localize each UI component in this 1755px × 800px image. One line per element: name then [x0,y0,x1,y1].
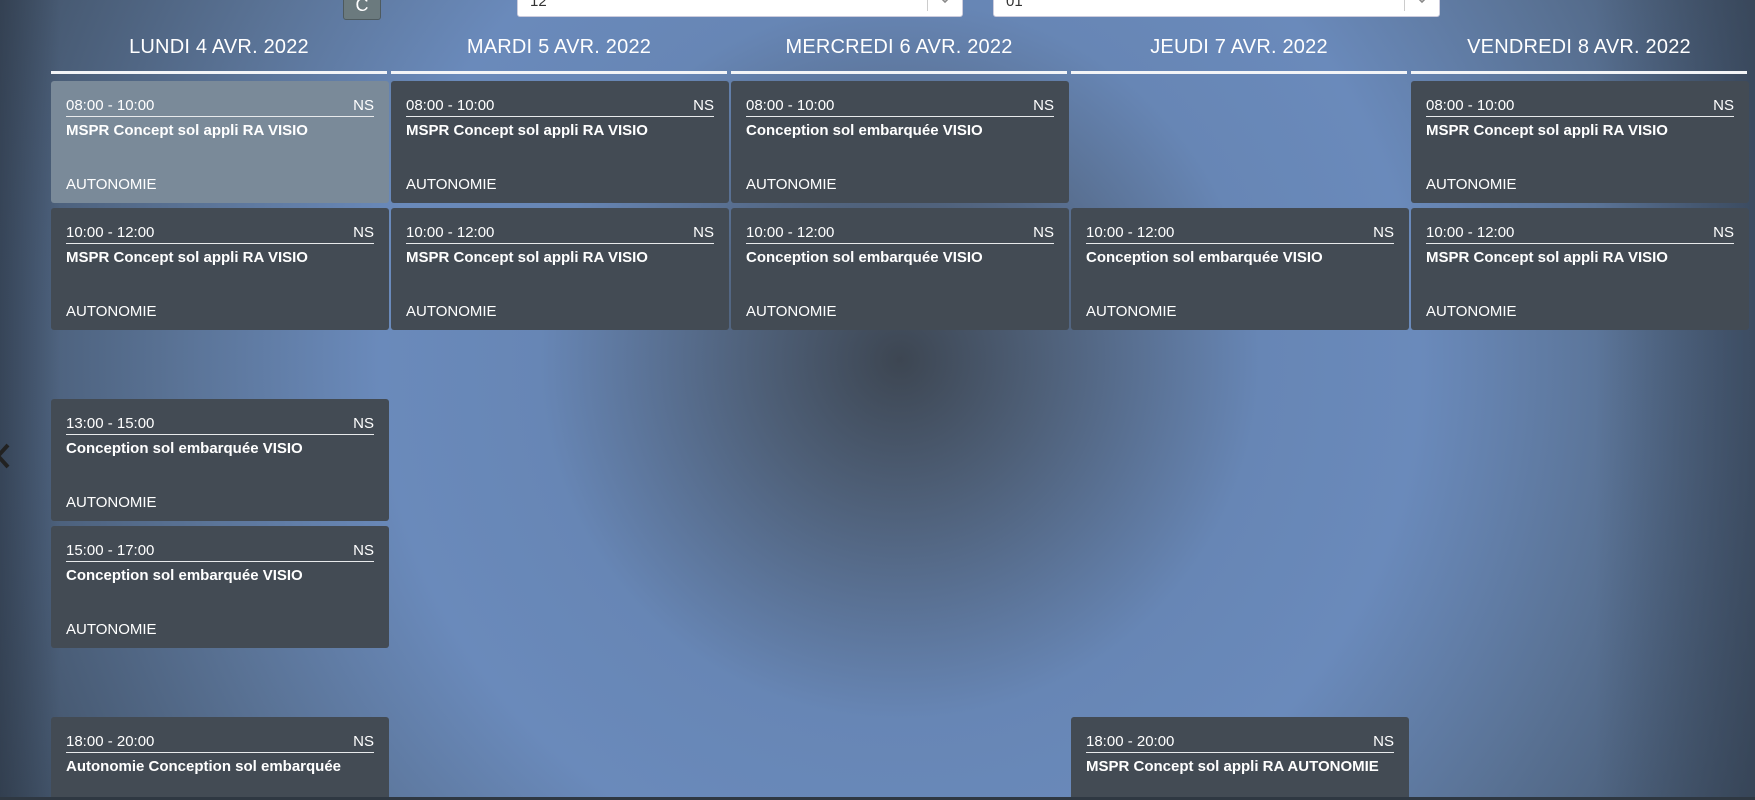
event-type: AUTONOMIE [406,176,497,193]
day-header-monday: LUNDI 4 AVR. 2022 [51,30,387,74]
event-room: NS [693,224,714,241]
event-header: 10:00 - 12:00 NS [1086,224,1394,244]
event-room: NS [353,224,374,241]
event-header: 08:00 - 10:00 NS [406,97,714,117]
event-time: 08:00 - 10:00 [1426,97,1515,114]
event-room: NS [353,733,374,750]
event-time: 13:00 - 15:00 [66,415,155,432]
year-select-value: 01 [1006,0,1023,10]
week-select-value: 12 [530,0,547,10]
event-time: 10:00 - 12:00 [1426,224,1515,241]
event-card[interactable]: 08:00 - 10:00 NS MSPR Concept sol appli … [1411,81,1749,203]
select-separator [927,0,928,11]
event-time: 10:00 - 12:00 [406,224,495,241]
event-time: 15:00 - 17:00 [66,542,155,559]
event-card[interactable]: 10:00 - 12:00 NS Conception sol embarqué… [731,208,1069,330]
event-time: 18:00 - 20:00 [1086,733,1175,750]
event-card[interactable]: 08:00 - 10:00 NS Conception sol embarqué… [731,81,1069,203]
event-header: 08:00 - 10:00 NS [66,97,374,117]
event-time: 10:00 - 12:00 [66,224,155,241]
event-room: NS [1373,224,1394,241]
event-card[interactable]: 10:00 - 12:00 NS MSPR Concept sol appli … [51,208,389,330]
select-separator [1404,0,1405,11]
event-header: 10:00 - 12:00 NS [746,224,1054,244]
event-type: AUTONOMIE [746,303,837,320]
event-time: 08:00 - 10:00 [746,97,835,114]
event-title: Conception sol embarquée VISIO [66,567,303,584]
event-header: 13:00 - 15:00 NS [66,415,374,435]
event-room: NS [1033,97,1054,114]
event-type: AUTONOMIE [1426,176,1517,193]
event-card[interactable]: 15:00 - 17:00 NS Conception sol embarqué… [51,526,389,648]
refresh-button[interactable]: C [343,0,381,20]
event-room: NS [1373,733,1394,750]
event-time: 10:00 - 12:00 [1086,224,1175,241]
event-type: AUTONOMIE [1086,303,1177,320]
event-type: AUTONOMIE [66,494,157,511]
day-header-wednesday: MERCREDI 6 AVR. 2022 [731,30,1067,74]
event-title: Conception sol embarquée VISIO [1086,249,1323,266]
year-select[interactable]: 01 [993,0,1440,17]
event-title: MSPR Concept sol appli RA VISIO [406,122,648,139]
chevron-left-icon[interactable] [0,443,10,469]
event-header: 10:00 - 12:00 NS [1426,224,1734,244]
chevron-down-icon [941,0,949,4]
event-card[interactable]: 18:00 - 20:00 NS Autonomie Conception so… [51,717,389,800]
event-type: AUTONOMIE [1426,303,1517,320]
event-header: 08:00 - 10:00 NS [1426,97,1734,117]
event-type: AUTONOMIE [66,621,157,638]
event-room: NS [1713,97,1734,114]
event-room: NS [353,97,374,114]
event-card[interactable]: 08:00 - 10:00 NS MSPR Concept sol appli … [391,81,729,203]
event-time: 18:00 - 20:00 [66,733,155,750]
event-title: Conception sol embarquée VISIO [66,440,303,457]
day-header-thursday: JEUDI 7 AVR. 2022 [1071,30,1407,74]
day-header-tuesday: MARDI 5 AVR. 2022 [391,30,727,74]
chevron-down-icon [1418,0,1426,4]
event-room: NS [693,97,714,114]
event-card[interactable]: 10:00 - 12:00 NS Conception sol embarqué… [1071,208,1409,330]
event-title: MSPR Concept sol appli RA VISIO [66,249,308,266]
event-type: AUTONOMIE [746,176,837,193]
day-header-friday: VENDREDI 8 AVR. 2022 [1411,30,1747,74]
event-room: NS [353,415,374,432]
event-title: MSPR Concept sol appli RA VISIO [406,249,648,266]
event-room: NS [1033,224,1054,241]
event-card[interactable]: 18:00 - 20:00 NS MSPR Concept sol appli … [1071,717,1409,800]
event-time: 10:00 - 12:00 [746,224,835,241]
event-title: MSPR Concept sol appli RA VISIO [66,122,308,139]
event-title: MSPR Concept sol appli RA VISIO [1426,249,1668,266]
event-room: NS [1713,224,1734,241]
week-select[interactable]: 12 [517,0,963,17]
event-header: 18:00 - 20:00 NS [66,733,374,753]
event-header: 10:00 - 12:00 NS [66,224,374,244]
event-title: Conception sol embarquée VISIO [746,249,983,266]
event-card[interactable]: 10:00 - 12:00 NS MSPR Concept sol appli … [1411,208,1749,330]
event-title: Autonomie Conception sol embarquée [66,758,342,775]
event-type: AUTONOMIE [66,303,157,320]
event-title: MSPR Concept sol appli RA AUTONOMIE [1086,758,1379,775]
event-card[interactable]: 13:00 - 15:00 NS Conception sol embarqué… [51,399,389,521]
event-header: 10:00 - 12:00 NS [406,224,714,244]
event-title: Conception sol embarquée VISIO [746,122,983,139]
event-time: 08:00 - 10:00 [406,97,495,114]
event-card[interactable]: 08:00 - 10:00 NS MSPR Concept sol appli … [51,81,389,203]
event-type: AUTONOMIE [66,176,157,193]
event-type: AUTONOMIE [406,303,497,320]
event-header: 08:00 - 10:00 NS [746,97,1054,117]
event-header: 15:00 - 17:00 NS [66,542,374,562]
event-time: 08:00 - 10:00 [66,97,155,114]
event-title: MSPR Concept sol appli RA VISIO [1426,122,1668,139]
event-room: NS [353,542,374,559]
event-header: 18:00 - 20:00 NS [1086,733,1394,753]
event-card[interactable]: 10:00 - 12:00 NS MSPR Concept sol appli … [391,208,729,330]
